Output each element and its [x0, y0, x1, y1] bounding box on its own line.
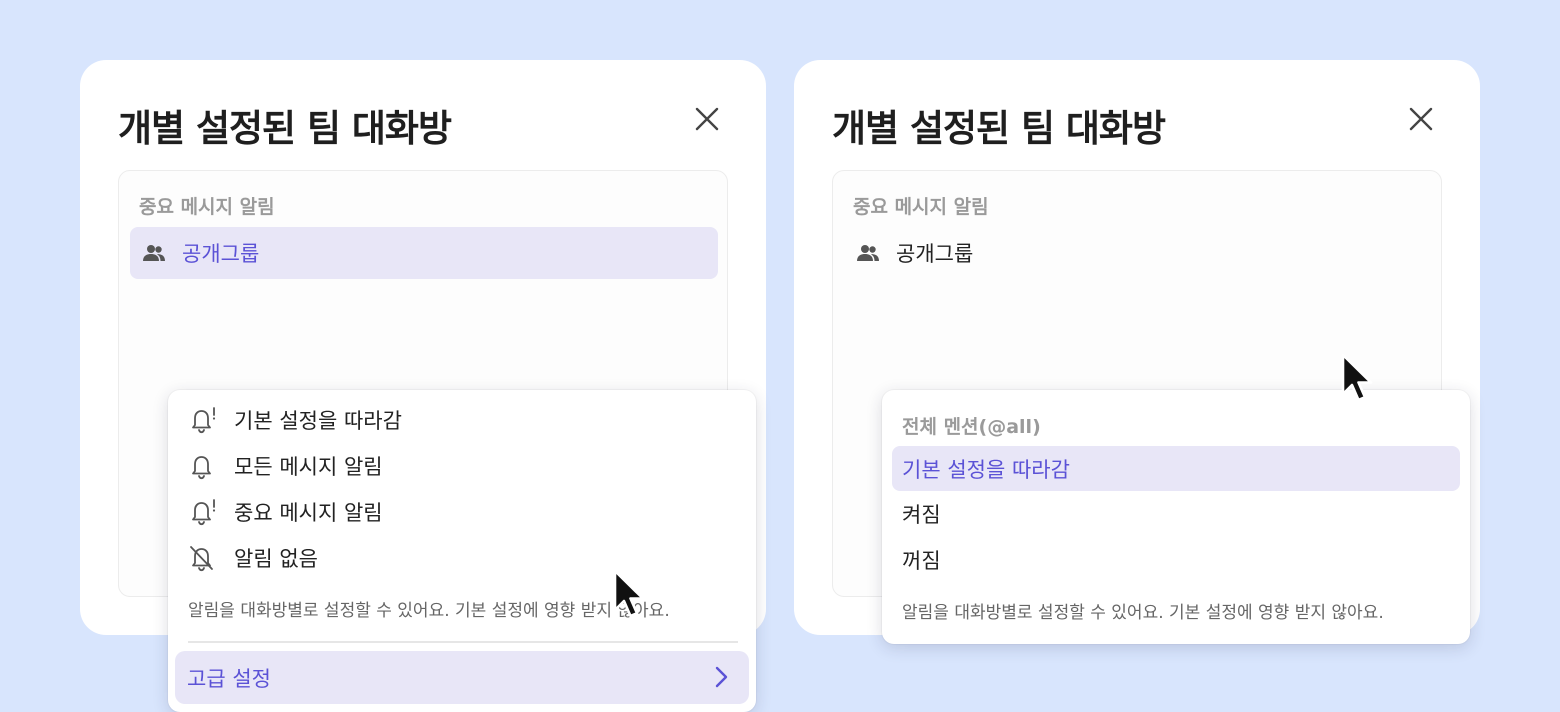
divider	[188, 641, 738, 643]
helper-text: 알림을 대화방별로 설정할 수 있어요. 기본 설정에 영향 받지 않아요.	[902, 603, 1384, 623]
option-important-messages[interactable]: 중요 메시지 알림	[178, 490, 746, 534]
bell-alert-icon	[188, 405, 218, 435]
bell-off-icon	[188, 543, 218, 573]
settings-panel-right: 개별 설정된 팀 대화방 중요 메시지 알림 공개그룹 전체 멘션(@all) …	[794, 60, 1480, 644]
close-icon	[1409, 107, 1433, 131]
option-label: 중요 메시지 알림	[234, 501, 383, 525]
panel-title: 개별 설정된 팀 대화방	[118, 107, 452, 150]
channel-list-card: 중요 메시지 알림 공개그룹 기본 설정을 따라감 모든 메시지 알림 중요 메…	[118, 170, 756, 712]
people-icon	[142, 240, 168, 266]
option-off[interactable]: 꺼짐	[892, 537, 1460, 582]
option-label: 모든 메시지 알림	[234, 455, 383, 479]
chevron-right-icon	[715, 666, 728, 688]
close-button[interactable]	[694, 106, 720, 132]
helper-text: 알림을 대화방별로 설정할 수 있어요. 기본 설정에 영향 받지 않아요.	[188, 601, 670, 621]
channel-name: 공개그룹	[182, 242, 260, 266]
close-button[interactable]	[1408, 106, 1434, 132]
option-all-messages[interactable]: 모든 메시지 알림	[178, 444, 746, 488]
option-follow-default[interactable]: 기본 설정을 따라감	[178, 398, 746, 442]
notification-dropdown: 기본 설정을 따라감 모든 메시지 알림 중요 메시지 알림 알림 없음 알림을…	[168, 390, 756, 712]
channel-name: 공개그룹	[896, 242, 974, 266]
people-icon	[856, 240, 882, 266]
option-on[interactable]: 켜짐	[892, 491, 1460, 536]
advanced-settings-label: 고급 설정	[187, 666, 271, 691]
option-label: 기본 설정을 따라감	[234, 409, 402, 433]
channel-row-public-group[interactable]: 공개그룹	[844, 227, 1432, 279]
card-label: 중요 메시지 알림	[853, 196, 989, 218]
option-label: 알림 없음	[234, 547, 318, 571]
option-no-notifications[interactable]: 알림 없음	[178, 536, 746, 580]
bell-alert-icon	[188, 497, 218, 527]
section-label: 전체 멘션(@all)	[902, 416, 1041, 438]
option-label: 켜짐	[902, 502, 941, 527]
panel-title: 개별 설정된 팀 대화방	[832, 107, 1166, 150]
settings-panel-left: 개별 설정된 팀 대화방 중요 메시지 알림 공개그룹 기본 설정을 따라감 모…	[80, 60, 766, 712]
option-label: 기본 설정을 따라감	[902, 457, 1070, 482]
bell-icon	[188, 451, 218, 481]
card-label: 중요 메시지 알림	[139, 196, 275, 218]
option-follow-default[interactable]: 기본 설정을 따라감	[892, 446, 1460, 491]
channel-list-card: 중요 메시지 알림 공개그룹 전체 멘션(@all) 기본 설정을 따라감 켜짐	[832, 170, 1470, 644]
mention-dropdown: 전체 멘션(@all) 기본 설정을 따라감 켜짐 꺼짐 알림을 대화방별로 설…	[882, 390, 1470, 644]
advanced-settings-button[interactable]: 고급 설정	[175, 651, 749, 704]
close-icon	[695, 107, 719, 131]
channel-row-public-group[interactable]: 공개그룹	[130, 227, 718, 279]
option-label: 꺼짐	[902, 548, 941, 573]
